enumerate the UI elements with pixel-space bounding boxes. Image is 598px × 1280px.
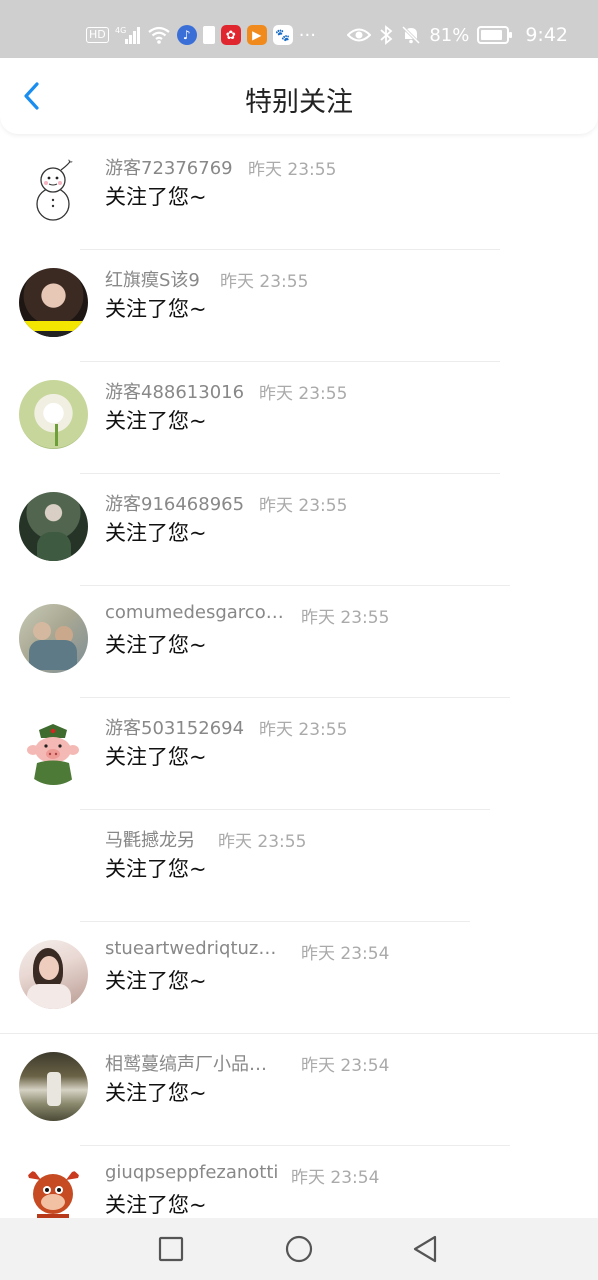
app-video-icon: ▶ bbox=[246, 25, 267, 45]
message-text: 关注了您~ bbox=[105, 857, 207, 881]
message-text: 关注了您~ bbox=[105, 185, 207, 209]
mute-icon bbox=[401, 25, 421, 45]
username: 马氍撼龙另 bbox=[105, 830, 195, 851]
triangle-back-icon bbox=[413, 1235, 437, 1263]
timestamp: 昨天 23:55 bbox=[259, 496, 348, 516]
avatar-photo[interactable] bbox=[19, 492, 88, 561]
page-title: 特别关注 bbox=[245, 87, 353, 118]
timestamp: 昨天 23:55 bbox=[248, 160, 337, 180]
recents-button[interactable] bbox=[154, 1232, 188, 1266]
timestamp: 昨天 23:55 bbox=[259, 384, 348, 404]
avatar-empty[interactable] bbox=[19, 828, 88, 897]
list-item[interactable]: 游客488613016 昨天 23:55 关注了您~ bbox=[0, 362, 598, 474]
username: giuqpseppfezanotti bbox=[105, 1162, 279, 1183]
signal-icon: 4G bbox=[115, 25, 141, 45]
message-text: 关注了您~ bbox=[105, 521, 207, 545]
message-text: 关注了您~ bbox=[105, 745, 207, 769]
timestamp: 昨天 23:54 bbox=[291, 1168, 380, 1188]
wifi-icon bbox=[147, 25, 171, 45]
list-item[interactable]: 游客72376769 昨天 23:55 关注了您~ bbox=[0, 138, 598, 250]
app-icon-music: ♪ bbox=[176, 25, 197, 45]
message-text: 关注了您~ bbox=[105, 1081, 207, 1105]
timestamp: 昨天 23:55 bbox=[220, 272, 309, 292]
status-right: 81% 9:42 bbox=[347, 19, 568, 51]
app-header: 特别关注 bbox=[0, 58, 598, 134]
avatar-cartoon[interactable] bbox=[19, 716, 88, 785]
back-nav-button[interactable] bbox=[408, 1232, 442, 1266]
svg-text:4G: 4G bbox=[115, 26, 126, 35]
message-text: 关注了您~ bbox=[105, 1193, 207, 1217]
hd-badge-icon: HD bbox=[86, 27, 109, 43]
follow-notification-list[interactable]: 游客72376769 昨天 23:55 关注了您~ 红旗瘼S该9 昨天 23:5… bbox=[0, 138, 598, 1218]
username: stueartwedriqtuz… bbox=[105, 938, 277, 959]
avatar-snowman[interactable] bbox=[19, 156, 88, 225]
battery-percent: 81% bbox=[429, 24, 470, 46]
username: 游客503152694 bbox=[105, 718, 245, 739]
status-bar: HD 4G ♪ ✿ ▶ 🐾 ··· 81% 9:42 bbox=[0, 0, 598, 58]
message-text: 关注了您~ bbox=[105, 633, 207, 657]
sim-icon bbox=[202, 26, 215, 44]
app-huawei-icon: ✿ bbox=[220, 25, 241, 45]
list-item[interactable]: 相鹫蔓缟声厂小品… 昨天 23:54 关注了您~ bbox=[0, 1034, 598, 1146]
timestamp: 昨天 23:55 bbox=[218, 832, 307, 852]
username: 游客488613016 bbox=[105, 382, 245, 403]
timestamp: 昨天 23:54 bbox=[301, 1056, 390, 1076]
battery-icon bbox=[477, 26, 513, 44]
square-recents-icon bbox=[158, 1236, 184, 1262]
eye-icon bbox=[347, 26, 372, 44]
timestamp: 昨天 23:55 bbox=[259, 720, 348, 740]
username: 游客72376769 bbox=[105, 158, 233, 179]
username: 游客916468965 bbox=[105, 494, 245, 515]
list-item[interactable]: 马氍撼龙另 昨天 23:55 关注了您~ bbox=[0, 810, 598, 922]
status-left: HD 4G ♪ ✿ ▶ 🐾 ··· bbox=[86, 19, 316, 51]
list-item[interactable]: 红旗瘼S该9 昨天 23:55 关注了您~ bbox=[0, 250, 598, 362]
message-text: 关注了您~ bbox=[105, 969, 207, 993]
system-nav-bar bbox=[0, 1218, 598, 1280]
list-item[interactable]: stueartwedriqtuz… 昨天 23:54 关注了您~ bbox=[0, 922, 598, 1034]
list-item[interactable]: giuqpseppfezanotti 昨天 23:54 关注了您~ bbox=[0, 1146, 598, 1218]
bluetooth-icon bbox=[379, 25, 393, 45]
avatar-cartoon[interactable] bbox=[19, 1164, 88, 1218]
message-text: 关注了您~ bbox=[105, 297, 207, 321]
avatar-photo[interactable] bbox=[19, 380, 88, 449]
message-text: 关注了您~ bbox=[105, 409, 207, 433]
username: 红旗瘼S该9 bbox=[105, 270, 200, 291]
more-icon: ··· bbox=[298, 24, 316, 46]
list-item[interactable]: 游客916468965 昨天 23:55 关注了您~ bbox=[0, 474, 598, 586]
list-item[interactable]: 游客503152694 昨天 23:55 关注了您~ bbox=[0, 698, 598, 810]
clock: 9:42 bbox=[525, 24, 568, 46]
avatar-photo[interactable] bbox=[19, 1052, 88, 1121]
timestamp: 昨天 23:55 bbox=[301, 608, 390, 628]
app-baidu-icon: 🐾 bbox=[272, 25, 293, 45]
circle-home-icon bbox=[285, 1235, 313, 1263]
username: 相鹫蔓缟声厂小品… bbox=[105, 1054, 267, 1075]
avatar-photo[interactable] bbox=[19, 940, 88, 1009]
username: comumedesgarco… bbox=[105, 602, 284, 623]
timestamp: 昨天 23:54 bbox=[301, 944, 390, 964]
list-item[interactable]: comumedesgarco… 昨天 23:55 关注了您~ bbox=[0, 586, 598, 698]
home-button[interactable] bbox=[282, 1232, 316, 1266]
avatar-photo[interactable] bbox=[19, 604, 88, 673]
avatar-photo[interactable] bbox=[19, 268, 88, 337]
